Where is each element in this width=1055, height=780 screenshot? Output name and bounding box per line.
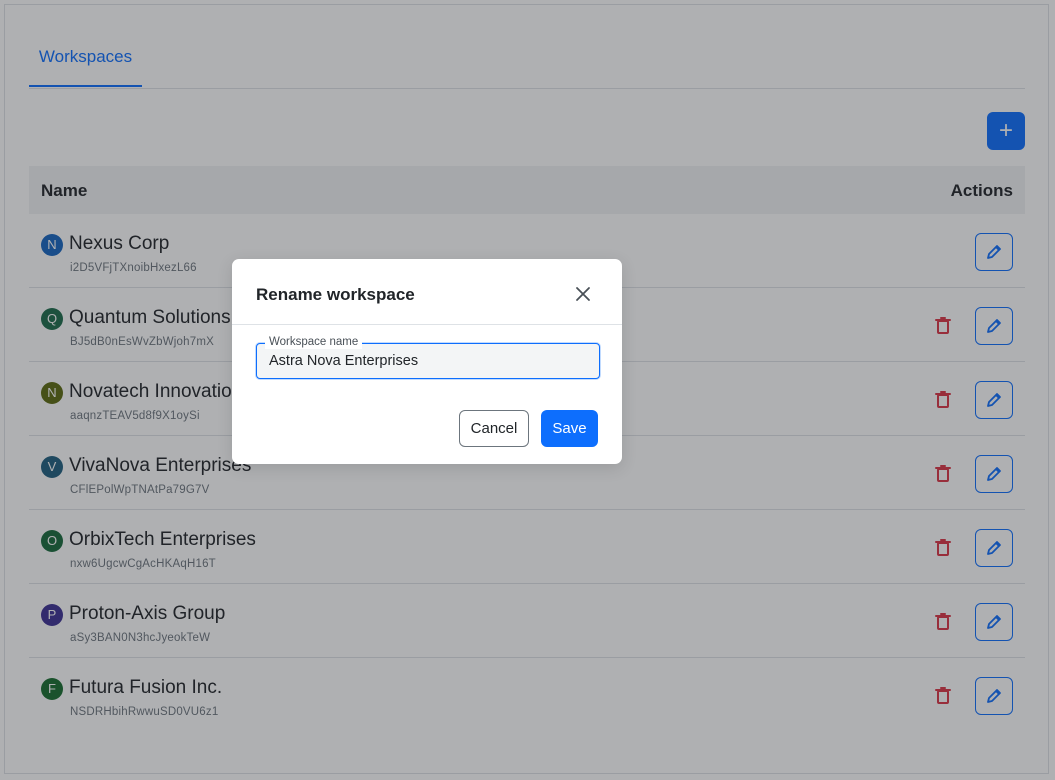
workspace-name-input[interactable]: [269, 350, 589, 372]
dialog-header: Rename workspace: [232, 259, 622, 325]
cancel-button[interactable]: Cancel: [459, 410, 529, 447]
workspace-name-label: Workspace name: [265, 335, 363, 349]
close-button[interactable]: [572, 283, 594, 305]
save-button[interactable]: Save: [541, 410, 598, 447]
workspace-name-field: Workspace name: [256, 335, 600, 379]
dialog-title: Rename workspace: [256, 285, 415, 304]
rename-workspace-dialog: Rename workspace Workspace name Cancel S…: [232, 259, 622, 464]
close-icon: [576, 287, 590, 301]
